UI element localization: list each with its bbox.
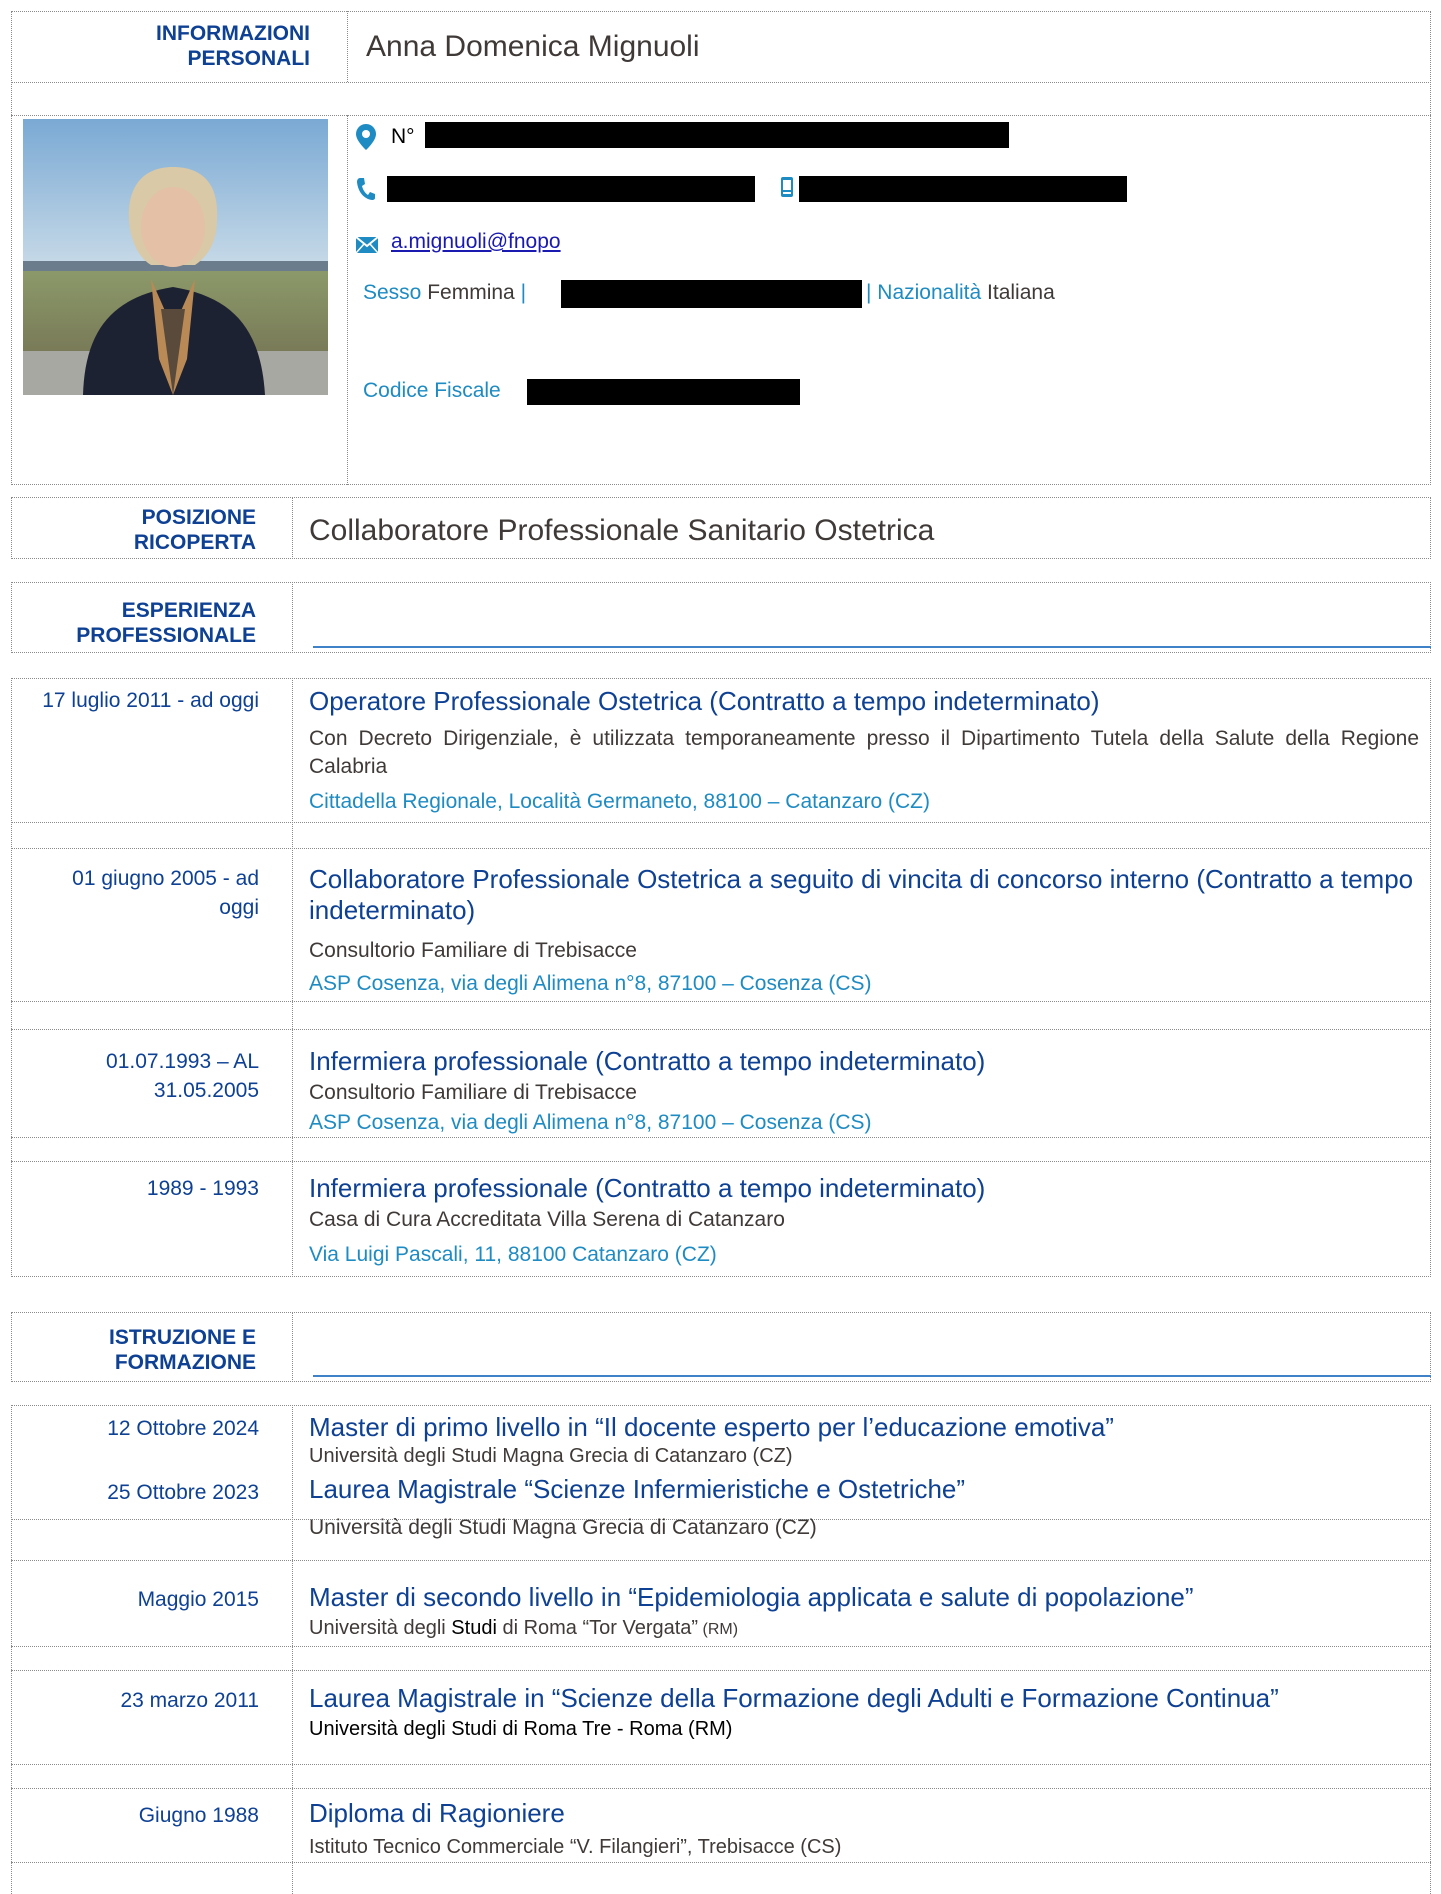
edu-date: Giugno 1988: [138, 1804, 259, 1827]
sesso-value: Femmina: [427, 281, 515, 304]
job-description: Consultorio Familiare di Trebisacce: [309, 939, 637, 962]
edu-institution: Università degli Studi Magna Grecia di C…: [309, 1516, 817, 1539]
address-prefix: N°: [391, 125, 415, 148]
separator: |: [520, 281, 527, 304]
edu-date: 12 Ottobre 2024: [107, 1417, 259, 1440]
location-pin-icon: [356, 124, 376, 150]
job-address: Cittadella Regionale, Località Germaneto…: [309, 790, 931, 813]
phone-icon: [357, 178, 375, 200]
divider: [11, 1029, 1431, 1030]
job-description: Consultorio Familiare di Trebisacce: [309, 1081, 637, 1104]
redacted-codice-fiscale: [527, 379, 800, 405]
edu-date: 25 Ottobre 2023: [107, 1481, 259, 1504]
nazionalita-label: | Nazionalità: [866, 281, 982, 304]
email-link[interactable]: a.mignuoli@fnopo: [391, 229, 561, 255]
edu-title: Laurea Magistrale “Scienze Infermieristi…: [309, 1474, 966, 1504]
divider: [11, 1137, 1431, 1138]
esperienza-label: ESPERIENZA PROFESSIONALE: [76, 599, 256, 647]
redacted-mobile: [799, 176, 1127, 202]
job-date: 01.07.1993 – AL 31.05.2005: [106, 1050, 259, 1102]
job-title: Operatore Professionale Ostetrica (Contr…: [309, 686, 1100, 716]
job-address: ASP Cosenza, via degli Alimena n°8, 8710…: [309, 972, 872, 995]
job-date: 01 giugno 2005 - ad oggi: [72, 867, 259, 919]
redacted-address: [425, 122, 1009, 148]
personal-info-label: INFORMAZIONI PERSONALI: [156, 22, 310, 70]
divider: [11, 1001, 1431, 1002]
job-title: Collaboratore Professionale Ostetrica a …: [309, 864, 1414, 925]
edu-institution-part: Studi: [451, 1617, 497, 1639]
divider: [11, 1560, 1431, 1561]
job-title: Infermiera professionale (Contratto a te…: [309, 1173, 986, 1203]
edu-title: Laurea Magistrale in “Scienze della Form…: [309, 1683, 1279, 1713]
nazionalita-row: | Nazionalità Italiana: [866, 280, 1055, 306]
job-date: 17 luglio 2011 - ad oggi: [42, 689, 259, 712]
sesso-row: Sesso Femmina |: [363, 280, 526, 306]
divider: [292, 1405, 293, 1894]
profile-photo: [23, 119, 328, 395]
section-rule: [313, 646, 1431, 648]
edu-institution-part: (RM): [698, 1621, 739, 1638]
divider: [347, 11, 348, 82]
divider: [11, 1670, 1431, 1671]
job-title: Infermiera professionale (Contratto a te…: [309, 1046, 986, 1076]
job-description: Casa di Cura Accreditata Villa Serena di…: [309, 1208, 785, 1231]
nazionalita-value: Italiana: [987, 281, 1055, 304]
edu-institution: Università degli Studi di Roma “Tor Verg…: [309, 1614, 738, 1644]
posizione-label: POSIZIONE RICOPERTA: [133, 506, 256, 554]
redacted-phone: [387, 176, 755, 202]
edu-institution: Università degli Studi di Roma Tre - Rom…: [309, 1718, 733, 1740]
section-rule: [313, 1375, 1431, 1377]
mobile-icon: [781, 177, 793, 197]
istruzione-label: ISTRUZIONE E FORMAZIONE: [108, 1326, 256, 1374]
divider: [11, 1161, 1431, 1162]
edu-institution: Università degli Studi Magna Grecia di C…: [309, 1445, 793, 1467]
edu-title: Master di primo livello in “Il docente e…: [309, 1412, 1114, 1442]
divider: [11, 1788, 1431, 1789]
posizione-value: Collaboratore Professionale Sanitario Os…: [309, 514, 935, 547]
person-name: Anna Domenica Mignuoli: [366, 30, 700, 63]
envelope-icon: [356, 237, 378, 253]
codice-fiscale-label: Codice Fiscale: [363, 379, 501, 402]
redacted-birth: [561, 280, 862, 308]
divider: [11, 115, 1431, 116]
edu-title: Master di secondo livello in “Epidemiolo…: [309, 1582, 1194, 1612]
edu-institution-part: di Roma “Tor Vergata”: [496, 1617, 699, 1639]
divider: [11, 1764, 1431, 1765]
edu-institution: Istituto Tecnico Commerciale “V. Filangi…: [309, 1836, 842, 1858]
divider: [11, 848, 1431, 849]
divider: [11, 82, 1431, 83]
divider: [11, 822, 1431, 823]
edu-date: Maggio 2015: [137, 1588, 259, 1611]
sesso-label: Sesso: [363, 281, 422, 304]
divider: [292, 1312, 293, 1382]
divider: [11, 1646, 1431, 1647]
job-description: Con Decreto Dirigenziale, è utilizzata t…: [309, 727, 1419, 778]
divider: [292, 678, 293, 1277]
divider: [347, 115, 348, 485]
job-address: ASP Cosenza, via degli Alimena n°8, 8710…: [309, 1111, 872, 1134]
divider: [11, 1862, 1431, 1863]
job-address: Via Luigi Pascali, 11, 88100 Catanzaro (…: [309, 1243, 717, 1266]
edu-institution-part: Università degli: [309, 1617, 452, 1639]
edu-title: Diploma di Ragioniere: [309, 1798, 565, 1828]
divider: [292, 497, 293, 559]
edu-date: 23 marzo 2011: [120, 1689, 259, 1712]
job-date: 1989 - 1993: [146, 1177, 259, 1200]
divider: [292, 582, 293, 653]
